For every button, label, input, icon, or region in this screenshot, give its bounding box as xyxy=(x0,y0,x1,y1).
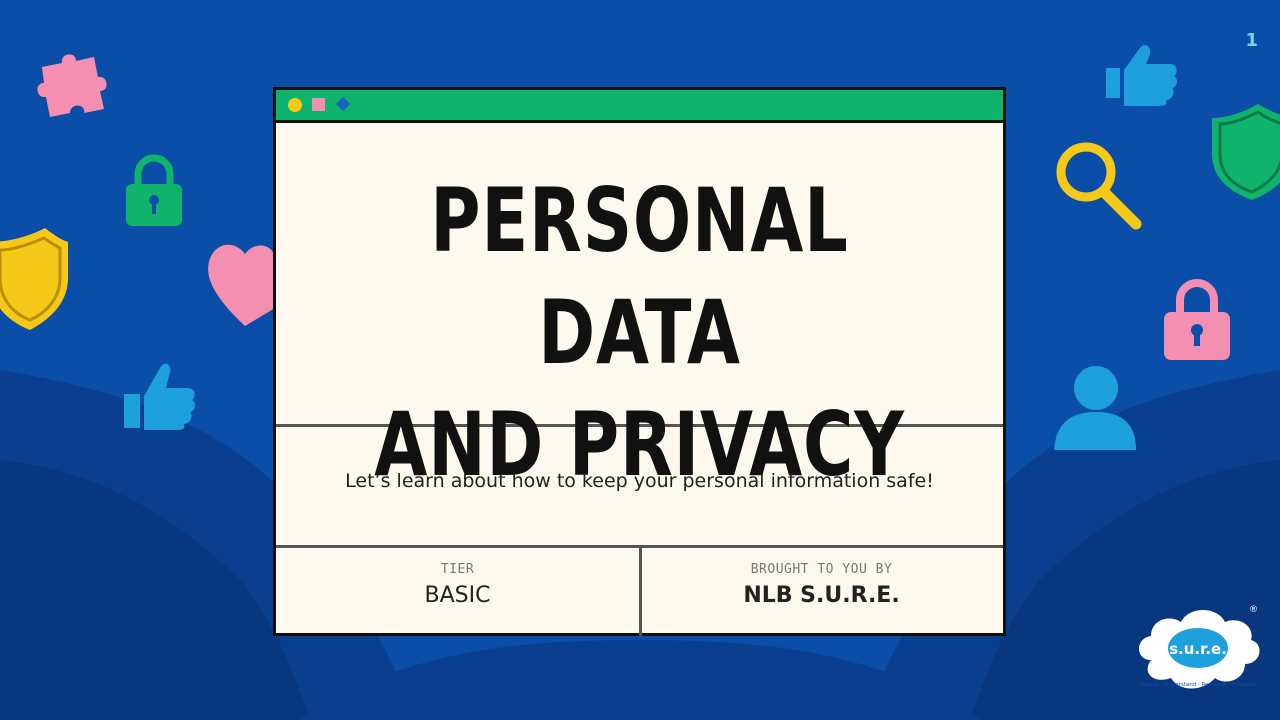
page-title: PERSONAL DATA AND PRIVACY xyxy=(356,165,923,501)
square-icon xyxy=(312,98,325,111)
window-titlebar xyxy=(276,90,1003,123)
thumbs-up-icon xyxy=(124,363,196,430)
title-area: PERSONAL DATA AND PRIVACY xyxy=(276,123,1003,496)
page-number: 1 xyxy=(1245,30,1258,51)
tier-value: BASIC xyxy=(424,583,491,608)
card-footer: TIER BASIC BROUGHT TO YOU BY NLB S.U.R.E… xyxy=(276,545,1003,636)
lock-icon xyxy=(126,154,182,226)
brought-by-value: NLB S.U.R.E. xyxy=(743,583,900,608)
title-line-1: PERSONAL DATA xyxy=(430,169,849,384)
brought-by-section: BROUGHT TO YOU BY NLB S.U.R.E. xyxy=(640,548,1003,636)
brought-by-caption: BROUGHT TO YOU BY xyxy=(750,562,893,577)
tier-section: TIER BASIC xyxy=(276,548,642,636)
shield-icon xyxy=(0,228,68,330)
subtitle: Let’s learn about how to keep your perso… xyxy=(345,470,934,492)
lock-icon xyxy=(1164,279,1230,360)
puzzle-icon xyxy=(37,54,107,117)
sure-logo: s.u.r.e. ® Source · Understand · Researc… xyxy=(1139,605,1260,689)
user-icon xyxy=(1054,366,1136,450)
tier-caption: TIER xyxy=(440,562,475,577)
slide: 1 PERSONAL DATA AND PRIVACY Let’s learn … xyxy=(0,0,1280,720)
magnifier-icon xyxy=(1056,142,1142,230)
circle-icon xyxy=(288,98,302,112)
logo-text: s.u.r.e. xyxy=(1169,640,1227,658)
logo-tagline: Source · Understand · Research · Evaluat… xyxy=(1140,682,1257,688)
thumbs-up-icon xyxy=(1106,45,1178,106)
diamond-icon xyxy=(335,96,351,112)
registered-mark: ® xyxy=(1249,605,1258,615)
heart-icon xyxy=(208,244,275,326)
title-card: PERSONAL DATA AND PRIVACY Let’s learn ab… xyxy=(273,87,1006,636)
shield-icon xyxy=(1212,104,1280,200)
